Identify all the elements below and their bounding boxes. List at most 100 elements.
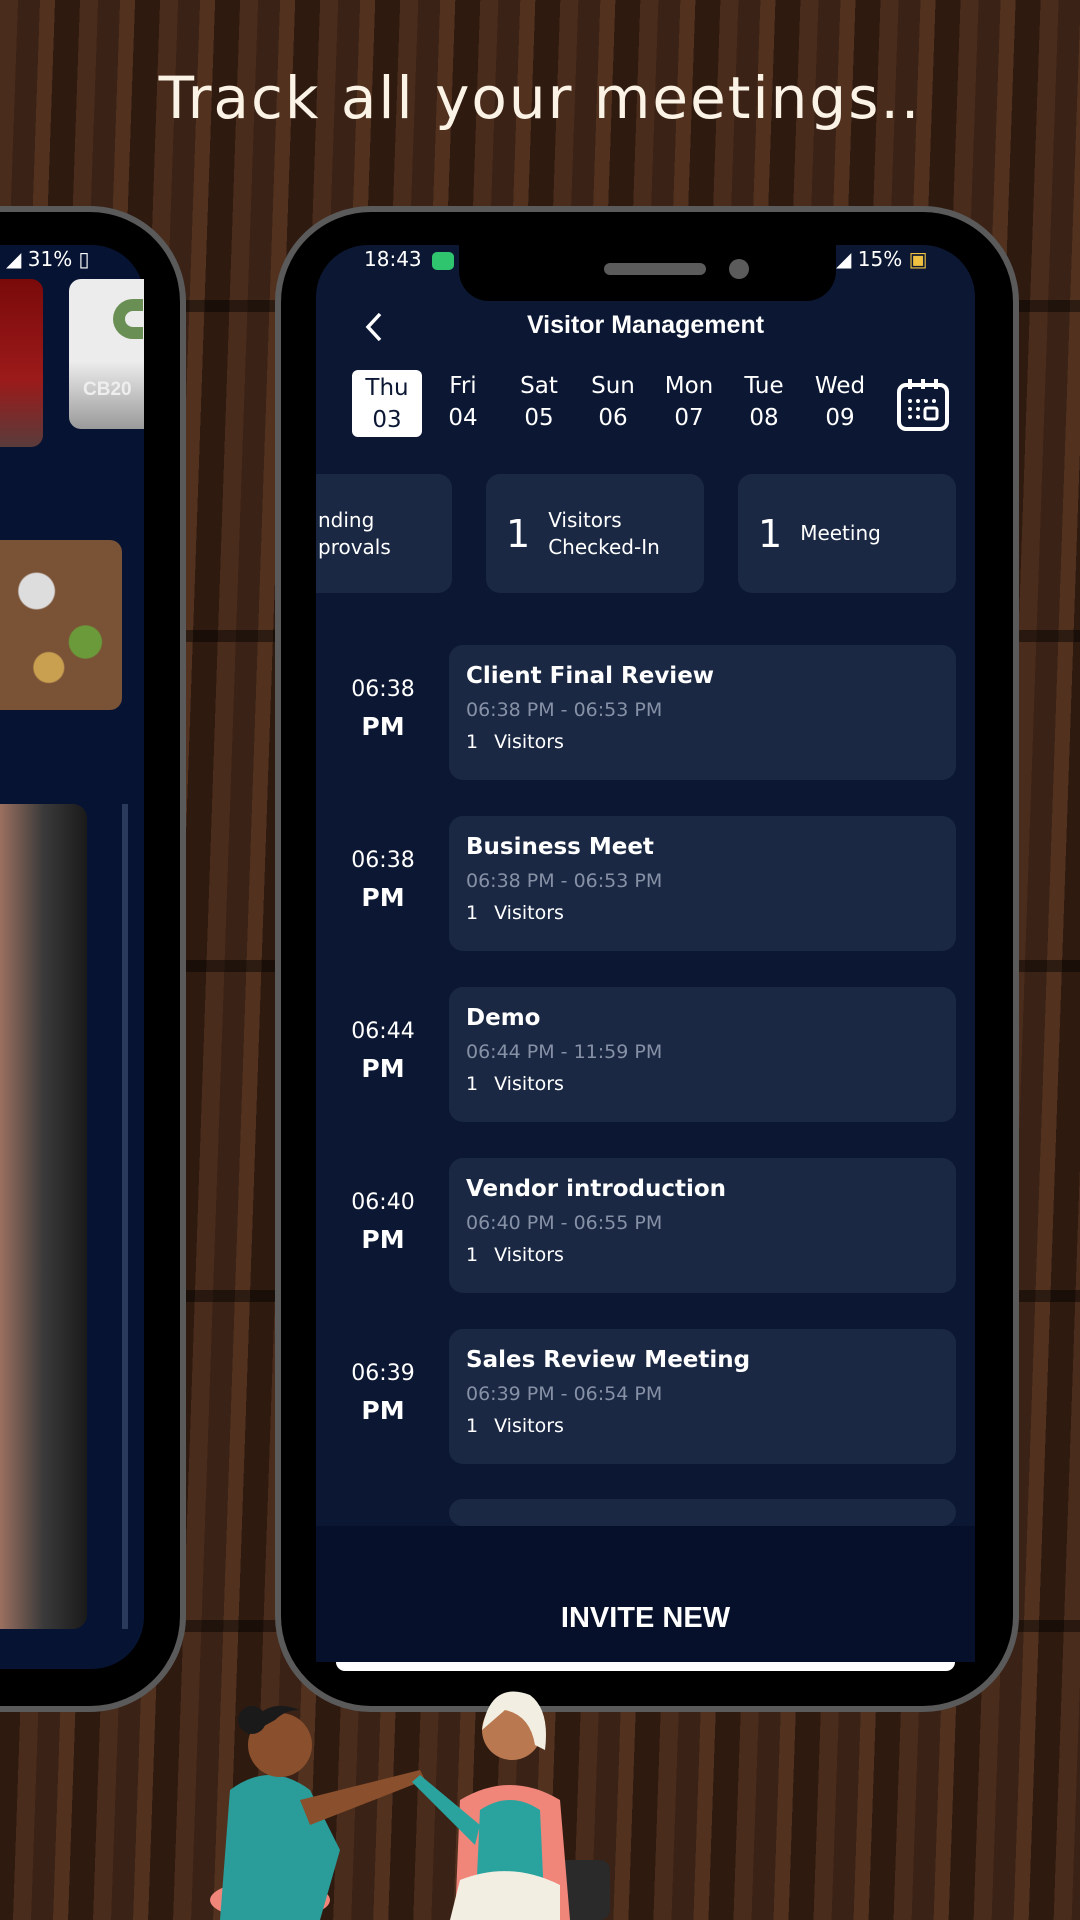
page-title: Visitor Management (526, 311, 765, 339)
status-battery: ◢ 15% ▣ (836, 247, 928, 271)
meeting-visitors: 1 Visitors (466, 731, 939, 753)
visitor-label: Visitors (494, 1415, 564, 1437)
day-tab-thu[interactable]: Thu 03 (352, 370, 422, 437)
day-tab-tue[interactable]: Tue 08 (729, 370, 799, 434)
day-date: 06 (598, 405, 628, 431)
day-name: Mon (664, 373, 714, 399)
headline: Track all your meetings.. (158, 64, 922, 132)
card-label: CB20 (83, 379, 132, 400)
invite-new-button[interactable]: INVITE NEW (316, 1602, 975, 1635)
stat-card-visitors-checked-in[interactable]: 1 Visitors Checked-In (486, 474, 704, 593)
battery-icon: ▣ (908, 247, 928, 271)
day-tab-mon[interactable]: Mon 07 (654, 370, 724, 434)
day-date: 09 (825, 405, 855, 431)
stat-card-pending-approvals[interactable]: nding provals (316, 474, 452, 593)
notch (459, 245, 836, 301)
phone-screen: 18:43 ◢ 15% ▣ Visitor Management Thu 03 Fr… (316, 245, 975, 1671)
meeting-visitors: 1 Visitors (466, 1244, 939, 1266)
time-value: 06:38 (351, 848, 415, 873)
time-ampm: PM (361, 1225, 405, 1254)
meeting-title: Business Meet (466, 834, 654, 860)
food-image (0, 540, 122, 710)
promo-card-red[interactable] (0, 279, 43, 447)
meeting-card[interactable]: Sales Review Meeting 06:39 PM - 06:54 PM 1… (449, 1329, 956, 1464)
left-phone-screen: ◢ 31% ▯ CB20 (0, 245, 144, 1669)
meeting-card[interactable]: Business Meet 06:38 PM - 06:53 PM 1 Visitor… (449, 816, 956, 951)
calendar-icon[interactable] (896, 377, 950, 433)
promo-card-cb20[interactable]: CB20 (69, 279, 144, 429)
left-battery: ◢ 31% ▯ (6, 247, 90, 271)
meeting-visitors: 1 Visitors (466, 902, 939, 924)
stat-label: provals (318, 534, 391, 559)
stat-count: 1 (758, 511, 783, 556)
time-ampm: PM (361, 712, 405, 741)
stat-label: nding (318, 507, 375, 532)
time-ampm: PM (361, 1054, 405, 1083)
meeting-start-time: 06:38 PM (343, 842, 423, 918)
day-date: 03 (372, 407, 402, 433)
day-date: 08 (749, 405, 779, 431)
day-tab-sun[interactable]: Sun 06 (578, 370, 648, 434)
stat-count: 1 (506, 511, 531, 556)
meeting-start-time: 06:40 PM (343, 1184, 423, 1260)
meeting-start-time: 06:44 PM (343, 1013, 423, 1089)
time-ampm: PM (361, 1396, 405, 1425)
visitor-label: Visitors (494, 731, 564, 753)
meeting-card-partial[interactable] (449, 1499, 956, 1526)
meeting-card[interactable]: Demo 06:44 PM - 11:59 PM 1 Visitors (449, 987, 956, 1122)
divider (122, 804, 128, 1629)
meeting-time-range: 06:44 PM - 11:59 PM (466, 1041, 663, 1063)
street-image (0, 804, 87, 1629)
visitor-count: 1 (466, 1073, 479, 1095)
visitor-label: Visitors (494, 1073, 564, 1095)
visitor-count: 1 (466, 1415, 479, 1437)
meeting-title: Demo (466, 1005, 541, 1031)
logo-icon (113, 299, 143, 339)
day-tab-wed[interactable]: Wed 09 (805, 370, 875, 434)
time-value: 06:40 (351, 1190, 415, 1215)
time-value: 06:38 (351, 677, 415, 702)
visitor-label: Visitors (494, 1244, 564, 1266)
day-tab-fri[interactable]: Fri 04 (428, 370, 498, 434)
visitor-count: 1 (466, 731, 479, 753)
day-name: Wed (814, 373, 866, 399)
day-name: Sun (591, 373, 635, 399)
day-name: Tue (744, 373, 784, 399)
visitor-count: 1 (466, 1244, 479, 1266)
camera (729, 259, 749, 279)
meeting-time-range: 06:38 PM - 06:53 PM (466, 870, 663, 892)
chat-notification-icon (431, 251, 454, 270)
time-value: 06:39 (351, 1361, 415, 1386)
meeting-title: Client Final Review (466, 663, 715, 689)
meeting-card[interactable]: Client Final Review 06:38 PM - 06:53 PM 1 V… (449, 645, 956, 780)
time-ampm: PM (361, 883, 405, 912)
meeting-time-range: 06:39 PM - 06:54 PM (466, 1383, 663, 1405)
meeting-time-range: 06:40 PM - 06:55 PM (466, 1212, 663, 1234)
day-date: 07 (674, 405, 704, 431)
visitor-count: 1 (466, 902, 479, 924)
meeting-card[interactable]: Vendor introduction 06:40 PM - 06:55 PM 1 V… (449, 1158, 956, 1293)
stat-label: Checked-In (548, 534, 660, 559)
bottom-bar (316, 1526, 975, 1662)
visitor-label: Visitors (494, 902, 564, 924)
meeting-visitors: 1 Visitors (466, 1415, 939, 1437)
day-date: 04 (448, 405, 478, 431)
stat-label: Meeting (800, 521, 881, 545)
day-name: Thu (365, 375, 409, 401)
meeting-start-time: 06:39 PM (343, 1355, 423, 1431)
meeting-time-range: 06:38 PM - 06:53 PM (466, 699, 663, 721)
time-value: 06:44 (351, 1019, 415, 1044)
meeting-visitors: 1 Visitors (466, 1073, 939, 1095)
speaker (604, 263, 706, 275)
stat-label: Visitors (548, 507, 622, 532)
meeting-title: Sales Review Meeting (466, 1347, 751, 1373)
meeting-title: Vendor introduction (466, 1176, 727, 1202)
day-tab-sat[interactable]: Sat 05 (504, 370, 574, 434)
status-time: 18:43 (364, 247, 454, 271)
day-name: Fri (449, 373, 477, 399)
meeting-start-time: 06:38 PM (343, 671, 423, 747)
stat-card-meeting[interactable]: 1 Meeting (738, 474, 956, 593)
day-date: 05 (524, 405, 554, 431)
day-name: Sat (520, 373, 558, 399)
people-illustration (210, 1691, 610, 1920)
